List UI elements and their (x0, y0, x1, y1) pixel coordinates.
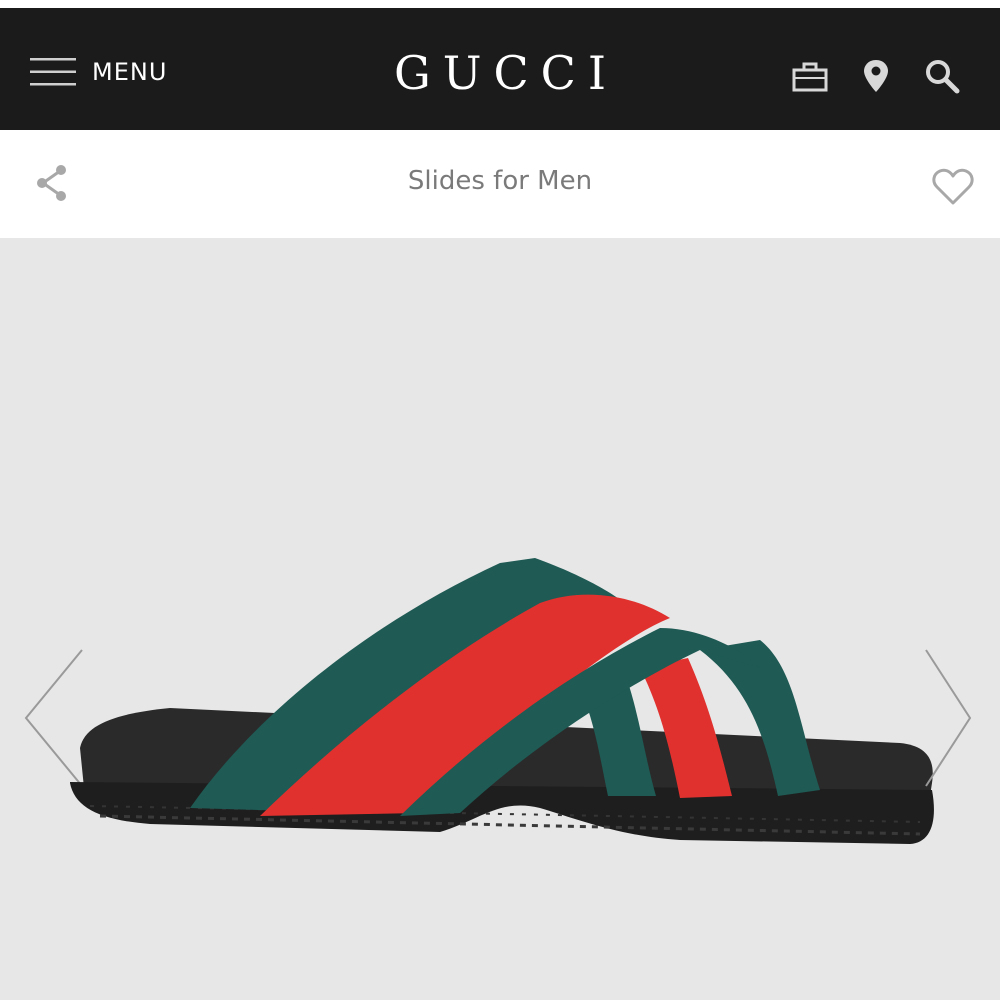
product-header: Slides for Men (0, 130, 1000, 238)
search-icon[interactable] (924, 58, 960, 94)
chevron-right-icon[interactable] (924, 648, 974, 788)
heart-icon[interactable] (932, 168, 974, 206)
product-gallery (0, 238, 1000, 1000)
shopping-bag-icon[interactable] (792, 58, 828, 94)
page-title: Slides for Men (407, 166, 593, 196)
sandal-image (60, 558, 940, 882)
header-actions (792, 58, 960, 94)
top-navigation-bar: MENU GUCCI (0, 0, 1000, 130)
location-pin-icon[interactable] (858, 58, 894, 94)
